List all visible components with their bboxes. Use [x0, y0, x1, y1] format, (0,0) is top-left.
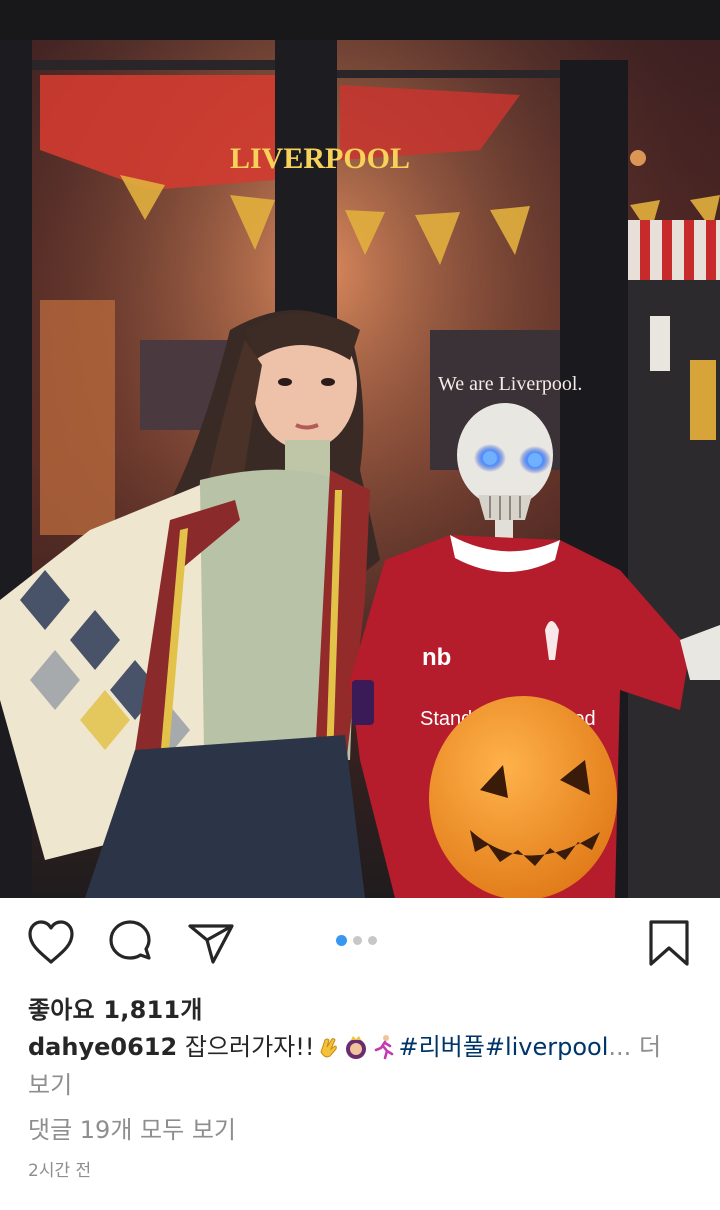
carousel-indicator	[336, 935, 377, 946]
post-caption: dahye0612 잡으러가자!! #리버풀#liverpool... 더 보기	[28, 1028, 688, 1104]
paper-plane-icon[interactable]	[186, 918, 236, 968]
caption-username[interactable]: dahye0612	[28, 1033, 177, 1061]
princess-emoji-icon	[346, 1036, 367, 1059]
heart-icon[interactable]	[26, 918, 76, 968]
woman-running-emoji-icon	[375, 1035, 394, 1060]
caption-text: 잡으러가자!!	[184, 1033, 315, 1061]
carousel-dot-active	[336, 935, 347, 946]
wall-sign-text: We are Liverpool.	[438, 373, 582, 395]
carousel-dot	[353, 936, 362, 945]
bookmark-icon[interactable]	[644, 918, 694, 968]
clapping-hands-emoji-icon	[320, 1038, 338, 1058]
post-photo[interactable]: LIVERPOOL We are Liverpool. nb Standard	[0, 0, 720, 898]
view-all-comments-link[interactable]: 댓글 19개 모두 보기	[28, 1110, 236, 1145]
post-timestamp: 2시간 전	[28, 1161, 92, 1181]
hashtag-link[interactable]: #리버풀	[398, 1033, 484, 1061]
carousel-dot	[368, 936, 377, 945]
hashtag-link[interactable]: #liverpool	[485, 1033, 609, 1061]
jersey-brand-text: nb	[422, 644, 451, 671]
likes-count[interactable]: 좋아요 1,811개	[28, 990, 203, 1025]
photo-illustration: LIVERPOOL We are Liverpool. nb Standard	[0, 0, 720, 898]
post-action-bar	[0, 898, 720, 988]
comment-icon[interactable]	[106, 918, 156, 968]
caption-ellipsis: ...	[608, 1033, 632, 1061]
likes-label: 좋아요	[28, 996, 95, 1024]
banner-liverpool-text: LIVERPOOL	[230, 142, 410, 175]
likes-number: 1,811	[103, 996, 181, 1024]
likes-suffix: 개	[180, 996, 203, 1024]
